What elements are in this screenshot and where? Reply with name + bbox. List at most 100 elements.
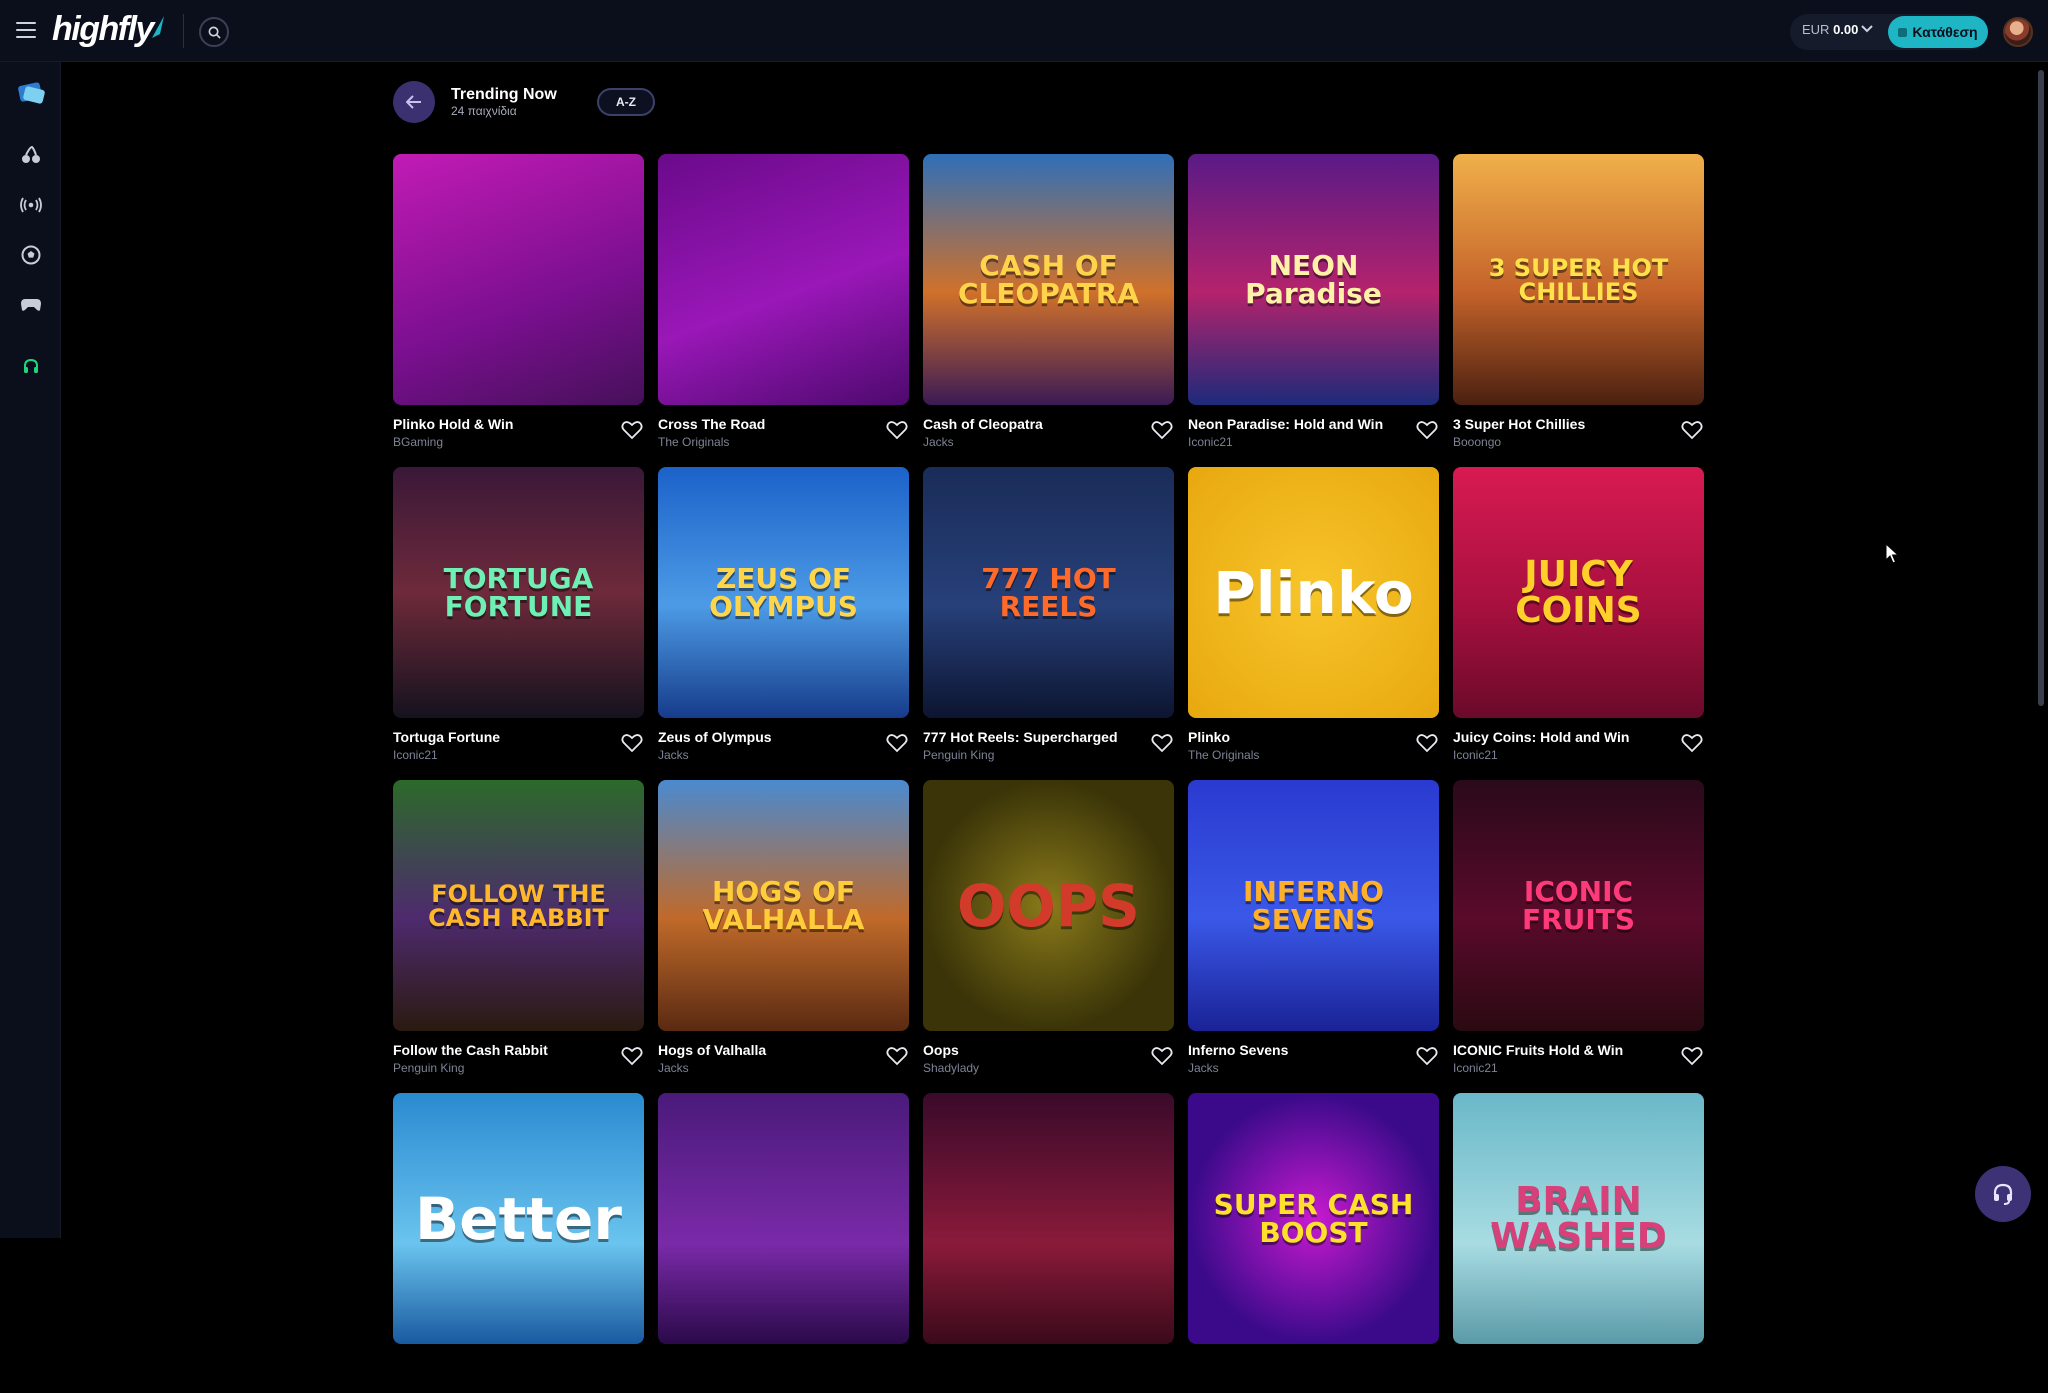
game-card[interactable]: 3 SUPER HOT CHILLIES 3 Super Hot Chillies… <box>1453 154 1704 454</box>
balance-selector[interactable]: EUR 0.00 <box>1802 22 1858 37</box>
wallet-icon <box>1898 27 1908 37</box>
sort-az-button[interactable]: A-Z <box>597 88 655 116</box>
casino-cards-icon[interactable] <box>14 76 48 110</box>
game-name[interactable]: Oops <box>923 1042 959 1058</box>
back-button[interactable] <box>393 81 435 123</box>
favorite-heart-icon[interactable] <box>886 420 908 440</box>
logo[interactable]: highfly <box>52 10 154 49</box>
game-name[interactable]: Inferno Sevens <box>1188 1042 1288 1058</box>
game-thumbnail[interactable]: Plinko <box>1188 467 1439 718</box>
game-name[interactable]: Cross The Road <box>658 416 765 432</box>
game-thumbnail[interactable]: CASH OF CLEOPATRA <box>923 154 1174 405</box>
game-art-title: JUICY COINS <box>1515 553 1642 631</box>
game-provider: Booongo <box>1453 435 1502 449</box>
game-art-title: ZEUS OF OLYMPUS <box>709 561 858 623</box>
game-name[interactable]: Hogs of Valhalla <box>658 1042 766 1058</box>
game-card[interactable]: ICONIC FRUITS ICONIC Fruits Hold & Win Ico… <box>1453 780 1704 1080</box>
game-thumbnail[interactable]: ICONIC FRUITS <box>1453 780 1704 1031</box>
game-card[interactable] <box>923 1093 1174 1393</box>
favorite-heart-icon[interactable] <box>1681 420 1703 440</box>
game-name[interactable]: 777 Hot Reels: Supercharged <box>923 729 1118 745</box>
game-art-title: Plinko <box>1213 558 1414 627</box>
game-card[interactable]: Plinko Hold & Win BGaming <box>393 154 644 454</box>
game-thumbnail[interactable]: INFERNO SEVENS <box>1188 780 1439 1031</box>
game-thumbnail[interactable]: TORTUGA FORTUNE <box>393 467 644 718</box>
game-thumbnail[interactable] <box>658 1093 909 1344</box>
game-card[interactable]: INFERNO SEVENS Inferno Sevens Jacks <box>1188 780 1439 1080</box>
game-card[interactable]: NEON Paradise Neon Paradise: Hold and Win… <box>1188 154 1439 454</box>
support-chat-button[interactable] <box>1975 1166 2031 1222</box>
game-card[interactable]: Plinko Plinko The Originals <box>1188 467 1439 767</box>
game-name[interactable]: Plinko Hold & Win <box>393 416 513 432</box>
favorite-heart-icon[interactable] <box>886 1046 908 1066</box>
favorite-heart-icon[interactable] <box>1416 1046 1438 1066</box>
headset-icon <box>1993 1183 2013 1205</box>
menu-icon[interactable] <box>16 22 36 38</box>
gamepad-icon[interactable] <box>18 292 44 318</box>
search-button[interactable] <box>199 17 229 47</box>
sidebar <box>0 62 61 1238</box>
game-card[interactable]: Cross The Road The Originals <box>658 154 909 454</box>
game-thumbnail[interactable]: 3 SUPER HOT CHILLIES <box>1453 154 1704 405</box>
game-thumbnail[interactable]: FOLLOW THE CASH RABBIT <box>393 780 644 1031</box>
favorite-heart-icon[interactable] <box>621 420 643 440</box>
game-provider: Penguin King <box>393 1061 465 1075</box>
game-card[interactable]: OOPS Oops Shadylady <box>923 780 1174 1080</box>
live-broadcast-icon[interactable] <box>18 192 44 218</box>
favorite-heart-icon[interactable] <box>1416 733 1438 753</box>
game-card[interactable]: FOLLOW THE CASH RABBIT Follow the Cash Ra… <box>393 780 644 1080</box>
game-card[interactable]: JUICY COINS Juicy Coins: Hold and Win Icon… <box>1453 467 1704 767</box>
game-card[interactable] <box>658 1093 909 1393</box>
game-thumbnail[interactable]: ZEUS OF OLYMPUS <box>658 467 909 718</box>
game-thumbnail[interactable]: BRAIN WASHED <box>1453 1093 1704 1344</box>
slots-cherry-icon[interactable] <box>18 142 44 168</box>
game-thumbnail[interactable]: Better <box>393 1093 644 1344</box>
game-provider: Penguin King <box>923 748 995 762</box>
favorite-heart-icon[interactable] <box>1151 1046 1173 1066</box>
game-name[interactable]: Follow the Cash Rabbit <box>393 1042 548 1058</box>
game-provider: Shadylady <box>923 1061 980 1075</box>
game-name[interactable]: Tortuga Fortune <box>393 729 500 745</box>
game-thumbnail[interactable] <box>393 154 644 405</box>
favorite-heart-icon[interactable] <box>621 1046 643 1066</box>
chevron-down-icon[interactable] <box>1860 22 1874 36</box>
favorite-heart-icon[interactable] <box>1151 420 1173 440</box>
game-name[interactable]: Neon Paradise: Hold and Win <box>1188 416 1383 432</box>
game-name[interactable]: ICONIC Fruits Hold & Win <box>1453 1042 1623 1058</box>
game-name[interactable]: Zeus of Olympus <box>658 729 772 745</box>
game-art-title: SUPER CASH BOOST <box>1213 1187 1414 1249</box>
game-name[interactable]: Plinko <box>1188 729 1230 745</box>
deposit-button[interactable]: Κατάθεση <box>1888 16 1988 48</box>
game-card[interactable]: HOGS OF VALHALLA Hogs of Valhalla Jacks <box>658 780 909 1080</box>
game-card[interactable]: BRAIN WASHED <box>1453 1093 1704 1393</box>
game-thumbnail[interactable]: 777 HOT REELS <box>923 467 1174 718</box>
game-card[interactable]: TORTUGA FORTUNE Tortuga Fortune Iconic21 <box>393 467 644 767</box>
game-name[interactable]: 3 Super Hot Chillies <box>1453 416 1585 432</box>
favorite-heart-icon[interactable] <box>1151 733 1173 753</box>
game-thumbnail[interactable]: JUICY COINS <box>1453 467 1704 718</box>
game-thumbnail[interactable]: NEON Paradise <box>1188 154 1439 405</box>
game-provider: Jacks <box>923 435 954 449</box>
avatar[interactable] <box>2003 17 2033 47</box>
support-headset-icon[interactable] <box>18 354 44 380</box>
divider <box>183 14 184 48</box>
game-thumbnail[interactable]: SUPER CASH BOOST <box>1188 1093 1439 1344</box>
scrollbar-thumb[interactable] <box>2038 70 2044 706</box>
game-card[interactable]: ZEUS OF OLYMPUS Zeus of Olympus Jacks <box>658 467 909 767</box>
favorite-heart-icon[interactable] <box>621 733 643 753</box>
favorite-heart-icon[interactable] <box>1681 733 1703 753</box>
favorite-heart-icon[interactable] <box>1681 1046 1703 1066</box>
game-thumbnail[interactable] <box>923 1093 1174 1344</box>
game-thumbnail[interactable]: HOGS OF VALHALLA <box>658 780 909 1031</box>
game-name[interactable]: Cash of Cleopatra <box>923 416 1043 432</box>
game-name[interactable]: Juicy Coins: Hold and Win <box>1453 729 1629 745</box>
favorite-heart-icon[interactable] <box>1416 420 1438 440</box>
game-thumbnail[interactable]: OOPS <box>923 780 1174 1031</box>
game-card[interactable]: 777 HOT REELS 777 Hot Reels: Supercharged… <box>923 467 1174 767</box>
game-card[interactable]: Better <box>393 1093 644 1393</box>
game-card[interactable]: CASH OF CLEOPATRA Cash of Cleopatra Jacks <box>923 154 1174 454</box>
game-thumbnail[interactable] <box>658 154 909 405</box>
game-card[interactable]: SUPER CASH BOOST <box>1188 1093 1439 1393</box>
sports-ball-icon[interactable] <box>18 242 44 268</box>
favorite-heart-icon[interactable] <box>886 733 908 753</box>
